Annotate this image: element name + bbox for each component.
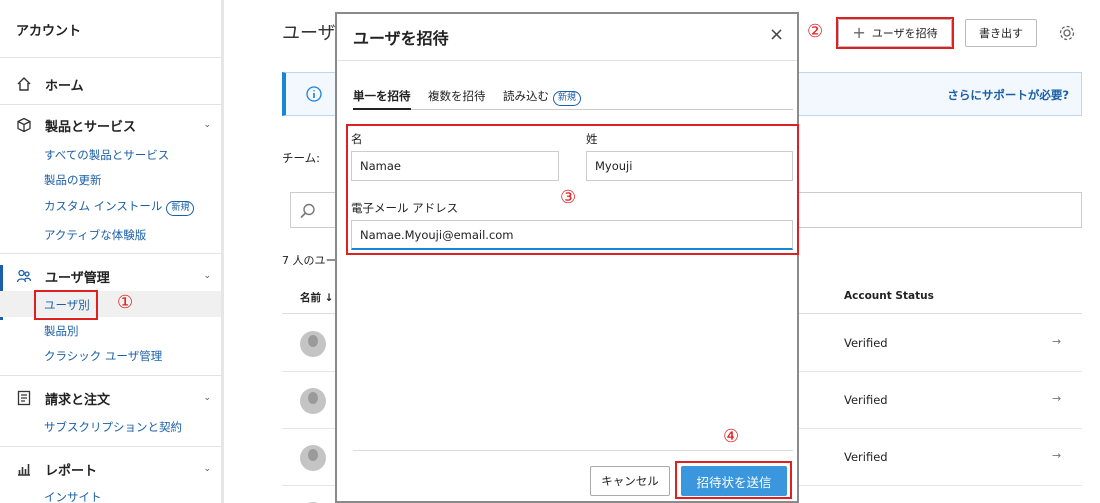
sidebar-item-products[interactable]: 製品とサービス ⌄ [16, 115, 211, 135]
avatar [300, 331, 326, 357]
new-badge: 新規 [553, 91, 582, 106]
users-icon [16, 268, 32, 284]
annotation-box-2 [836, 17, 954, 49]
sidebar-divider [0, 375, 221, 376]
help-link[interactable]: さらにサポートが必要? [947, 87, 1069, 103]
sidebar: アカウント ホーム 製品とサービス ⌄ すべての製品とサービス 製品の更新 カス… [0, 0, 221, 503]
document-icon [16, 390, 32, 406]
team-label: チーム: [282, 151, 321, 165]
sidebar-item-users-label: ユーザ管理 [45, 270, 110, 286]
avatar [300, 445, 326, 471]
search-icon [299, 202, 317, 220]
chevron-down-icon: ⌄ [203, 393, 211, 403]
annotation-box-4 [675, 461, 792, 499]
avatar [300, 388, 326, 414]
chevron-down-icon: ⌄ [203, 120, 211, 130]
annotation-box-1 [34, 290, 98, 320]
tab-import[interactable]: 読み込む 新規 [503, 88, 582, 110]
export-button[interactable]: 書き出す [965, 19, 1037, 47]
dialog-footer-divider [353, 450, 793, 451]
sidebar-link-all-products[interactable]: すべての製品とサービス [44, 147, 169, 163]
dialog-divider [337, 60, 797, 61]
tab-multiple-invite[interactable]: 複数を招待 [428, 88, 486, 110]
sidebar-link-insights[interactable]: インサイト [44, 489, 102, 503]
invite-tabs: 単一を招待 複数を招待 読み込む 新規 [353, 88, 793, 110]
sidebar-item-home[interactable]: ホーム [16, 74, 211, 94]
chevron-down-icon: ⌄ [203, 464, 211, 474]
annotation-number-1: ① [117, 292, 134, 313]
sidebar-link-by-product[interactable]: 製品別 [44, 323, 79, 339]
sidebar-divider [0, 253, 221, 254]
status-text: Verified [844, 450, 888, 464]
status-text: Verified [844, 336, 888, 350]
sidebar-item-products-label: 製品とサービス [45, 119, 137, 135]
tab-import-label: 読み込む [503, 89, 549, 103]
sidebar-link-subscriptions[interactable]: サブスクリプションと契約 [44, 419, 182, 435]
home-icon [16, 76, 32, 92]
chevron-down-icon: ⌄ [203, 271, 211, 281]
sidebar-item-billing-label: 請求と注文 [45, 392, 111, 408]
arrow-right-icon[interactable]: → [1052, 392, 1061, 405]
sidebar-item-home-label: ホーム [45, 78, 84, 94]
info-icon [306, 86, 322, 102]
sidebar-link-classic[interactable]: クラシック ユーザ管理 [44, 348, 162, 364]
cancel-button[interactable]: キャンセル [590, 466, 670, 496]
sidebar-link-custom-install-label: カスタム インストール [44, 199, 163, 213]
arrow-right-icon[interactable]: → [1052, 335, 1061, 348]
sidebar-divider [0, 104, 221, 105]
sidebar-item-reports-label: レポート [45, 463, 98, 479]
sidebar-divider [0, 57, 221, 58]
annotation-number-2: ② [807, 21, 824, 42]
sidebar-link-trials[interactable]: アクティブな体験版 [44, 227, 146, 243]
annotation-number-3: ③ [560, 187, 577, 208]
sidebar-divider [0, 446, 221, 447]
box-icon [16, 117, 32, 133]
sidebar-item-users[interactable]: ユーザ管理 ⌄ [16, 266, 211, 286]
gear-icon[interactable] [1058, 24, 1076, 42]
sidebar-link-custom-install[interactable]: カスタム インストール 新規 [44, 198, 195, 216]
annotation-number-4: ④ [723, 426, 740, 447]
new-badge: 新規 [166, 201, 195, 216]
close-icon[interactable]: × [769, 26, 784, 44]
column-header-status[interactable]: Account Status [844, 290, 934, 302]
user-count: 7 人のユー [282, 254, 337, 267]
dialog-title: ユーザを招待 [353, 29, 449, 48]
page-title: ユーザ [282, 23, 336, 44]
arrow-right-icon[interactable]: → [1052, 449, 1061, 462]
sidebar-item-billing[interactable]: 請求と注文 ⌄ [16, 388, 211, 408]
sidebar-link-product-updates[interactable]: 製品の更新 [44, 172, 102, 188]
chart-icon [16, 461, 32, 477]
column-header-name[interactable]: 名前 ↓ [300, 290, 333, 305]
tab-single-invite[interactable]: 単一を招待 [353, 88, 411, 110]
status-text: Verified [844, 393, 888, 407]
sidebar-title: アカウント [16, 24, 82, 39]
sidebar-item-reports[interactable]: レポート ⌄ [16, 459, 211, 479]
